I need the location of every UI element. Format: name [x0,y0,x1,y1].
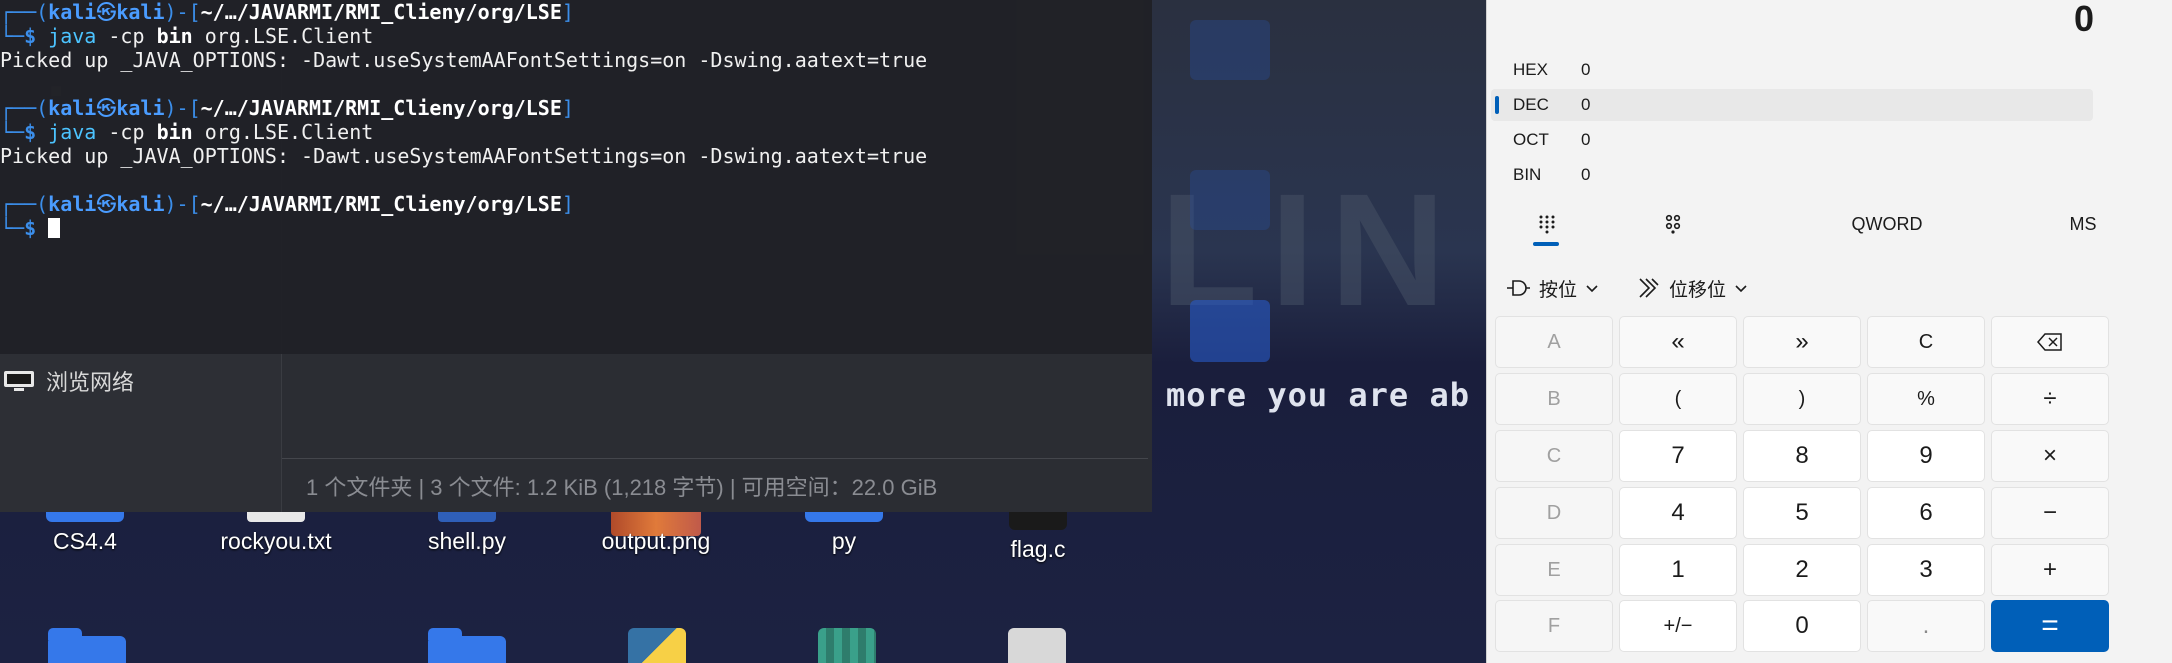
desktop-icon-label: CS4.4 [53,528,117,554]
right-shift-button[interactable]: » [1743,316,1861,368]
bit-keypad-icon [1665,214,1681,234]
ghost-folder-icon [1190,300,1270,362]
bitwise-dropdown[interactable]: 按位 [1505,272,1599,304]
radix-row-oct[interactable]: OCT 0 [1491,124,2093,156]
terminal-prompt-line: ┌──(kali㉿kali)-[~/…/JAVARMI/RMI_Clieny/o… [0,96,574,120]
python-file-icon[interactable] [628,628,686,663]
calculator-window: 0 HEX 0 DEC 0 OCT 0 BIN 0 QWORD MS 按位 位移… [1486,0,2172,663]
digit-1-button[interactable]: 1 [1619,544,1737,596]
digit-6-button[interactable]: 6 [1867,487,1985,539]
full-keypad-button[interactable] [1521,204,1573,244]
digit-7-button[interactable]: 7 [1619,430,1737,482]
calculator-mode-bar: QWORD MS [1487,204,2123,244]
digit-0-button[interactable]: 0 [1743,600,1861,652]
word-size-button[interactable]: QWORD [1757,204,2017,244]
close-paren-button[interactable]: ) [1743,373,1861,425]
desktop-icon-label: output.png [601,528,711,554]
desktop-icon-label: shell.py [428,528,506,554]
logic-gate-icon [1507,280,1530,296]
bit-toggling-keypad-button[interactable] [1647,204,1699,244]
file-manager-status-bar: 1 个文件夹 | 3 个文件: 1.2 KiB (1,218 字节) | 可用空… [282,458,1148,512]
wallpaper-logo-letter: I [1270,160,1315,339]
calculator-display: 0 [2073,0,2094,39]
terminal-command-line: └─$ java -cp bin org.LSE.Client [0,120,374,144]
radix-value: 0 [1581,165,1591,184]
bitshift-dropdown[interactable]: 位移位 [1637,272,1748,304]
chevron-down-icon [1735,285,1747,293]
digit-9-button[interactable]: 9 [1867,430,1985,482]
terminal-output-line: Picked up _JAVA_OPTIONS: -Dawt.useSystem… [0,144,928,168]
subtract-button[interactable]: − [1991,487,2109,539]
desktop-icon-label: py [831,528,857,554]
key-hex-e: E [1495,544,1613,596]
radix-label: BIN [1513,165,1542,184]
key-hex-b: B [1495,373,1613,425]
sidebar-item-label: 浏览网络 [46,370,135,395]
left-shift-button[interactable]: « [1619,316,1737,368]
key-hex-c: C [1495,430,1613,482]
terminal-prompt-line: ┌──(kali㉿kali)-[~/…/JAVARMI/RMI_Clieny/o… [0,192,574,216]
equals-button[interactable]: = [1991,600,2109,652]
folder-icon[interactable] [48,628,126,663]
bitshift-label: 位移位 [1669,279,1727,301]
modulo-button[interactable]: % [1867,373,1985,425]
folder-icon[interactable] [428,628,506,663]
memory-store-button[interactable]: MS [2037,204,2129,244]
multiply-button[interactable]: × [1991,430,2109,482]
wallpaper-text: more you are ab [1166,376,1470,414]
radix-value: 0 [1581,60,1591,79]
backspace-icon [2037,333,2062,351]
terminal-input-line[interactable]: └─$ [0,216,1152,240]
radix-value: 0 [1581,130,1591,149]
add-button[interactable]: + [1991,544,2109,596]
selected-tab-underline [1533,242,1559,246]
terminal-command-line: └─$ java -cp bin org.LSE.Client [0,24,374,48]
wallpaper-logo-letter: N [1330,160,1446,339]
selected-indicator [1495,96,1499,114]
digit-3-button[interactable]: 3 [1867,544,1985,596]
radix-value: 0 [1581,95,1591,114]
digit-4-button[interactable]: 4 [1619,487,1737,539]
bit-shift-icon [1639,278,1659,298]
key-hex-f: F [1495,600,1613,652]
radix-label: HEX [1513,60,1548,79]
settings-file-icon[interactable] [1008,628,1066,663]
keypad-grid-icon [1539,215,1555,234]
terminal-prompt-line: ┌──(kali㉿kali)-[~/…/JAVARMI/RMI_Clieny/o… [0,0,574,24]
open-paren-button[interactable]: ( [1619,373,1737,425]
radix-row-hex[interactable]: HEX 0 [1491,54,2093,86]
network-monitor-icon [4,371,34,391]
ghost-folder-icon [1190,170,1270,230]
terminal-cursor [48,218,61,238]
ghost-folder-icon [1190,20,1270,80]
terminal-window[interactable]: ┌──(kali㉿kali)-[~/…/JAVARMI/RMI_Clieny/o… [0,0,1152,354]
chevron-down-icon [1586,285,1598,293]
clear-button[interactable]: C [1867,316,1985,368]
terminal-output-line: Picked up _JAVA_OPTIONS: -Dawt.useSystem… [0,48,928,72]
radix-label: OCT [1513,130,1549,149]
radix-row-bin[interactable]: BIN 0 [1491,159,2093,191]
key-hex-d: D [1495,487,1613,539]
radix-row-dec[interactable]: DEC 0 [1491,89,2093,121]
backspace-button[interactable] [1991,316,2109,368]
negate-button[interactable]: +/− [1619,600,1737,652]
digit-2-button[interactable]: 2 [1743,544,1861,596]
desktop-icon-label: flag.c [1010,536,1066,562]
archive-file-icon[interactable] [818,628,876,663]
divide-button[interactable]: ÷ [1991,373,2109,425]
desktop-icon-label: rockyou.txt [220,528,332,554]
digit-5-button[interactable]: 5 [1743,487,1861,539]
decimal-button: . [1867,600,1985,652]
sidebar-item-browse-network[interactable]: 浏览网络 [0,364,282,398]
bitwise-label: 按位 [1539,279,1578,301]
digit-8-button[interactable]: 8 [1743,430,1861,482]
radix-label: DEC [1513,95,1549,114]
key-hex-a: A [1495,316,1613,368]
